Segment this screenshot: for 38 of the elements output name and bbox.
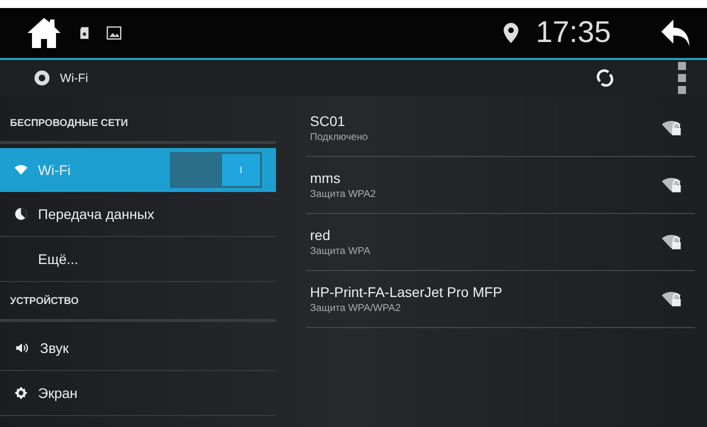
network-status: Защита WPA [310, 246, 372, 257]
wifi-lock-icon [661, 120, 683, 136]
wifi-icon [14, 163, 28, 177]
network-name: SC01 [310, 113, 346, 129]
settings-item[interactable]: Ещё... [0, 237, 276, 282]
network-status: Подключено [310, 132, 369, 143]
settings-item[interactable]: Передача данных [0, 192, 276, 237]
switch-thumb: I [222, 154, 260, 186]
speaker-icon [14, 341, 30, 355]
wifi-lock-icon [661, 177, 683, 193]
item-label: Ещё... [38, 251, 78, 267]
overflow-menu-icon [677, 62, 687, 94]
item-label: Wi-Fi [38, 162, 71, 178]
wifi-lock-icon [661, 234, 683, 250]
item-label: Передача данных [38, 206, 154, 222]
network-status: Защита WPA/WPA2 [310, 303, 402, 314]
clock: 17:35 [536, 16, 611, 50]
settings-item[interactable]: Экран [0, 371, 276, 416]
network-row[interactable]: HP-Print-FA-LaserJet Pro MFP Защита WPA/WPA2 [306, 271, 695, 328]
section-header: БЕСПРОВОДНЫЕ СЕТИ [0, 104, 276, 144]
brightness-icon [14, 386, 28, 400]
network-row[interactable]: mms Защита WPA2 [306, 157, 695, 214]
network-name: red [310, 227, 332, 243]
item-label: Звук [40, 340, 69, 356]
network-row[interactable]: red Защита WPA [306, 214, 695, 271]
refresh-icon [595, 68, 615, 88]
network-status: Защита WPA2 [310, 189, 377, 200]
wifi-lock-icon [661, 291, 683, 307]
pie-chart-icon [14, 207, 28, 221]
network-row[interactable]: SC01 Подключено [306, 100, 695, 157]
section-header: УСТРОЙСТВО [0, 282, 276, 322]
settings-item[interactable]: Звук [0, 326, 276, 371]
image-icon [106, 25, 122, 41]
screen-title: Wi-Fi [60, 71, 88, 85]
network-name: HP-Print-FA-LaserJet Pro MFP [310, 284, 504, 300]
item-label: Экран [38, 385, 78, 401]
settings-icon [32, 68, 52, 88]
network-name: mms [310, 170, 342, 186]
